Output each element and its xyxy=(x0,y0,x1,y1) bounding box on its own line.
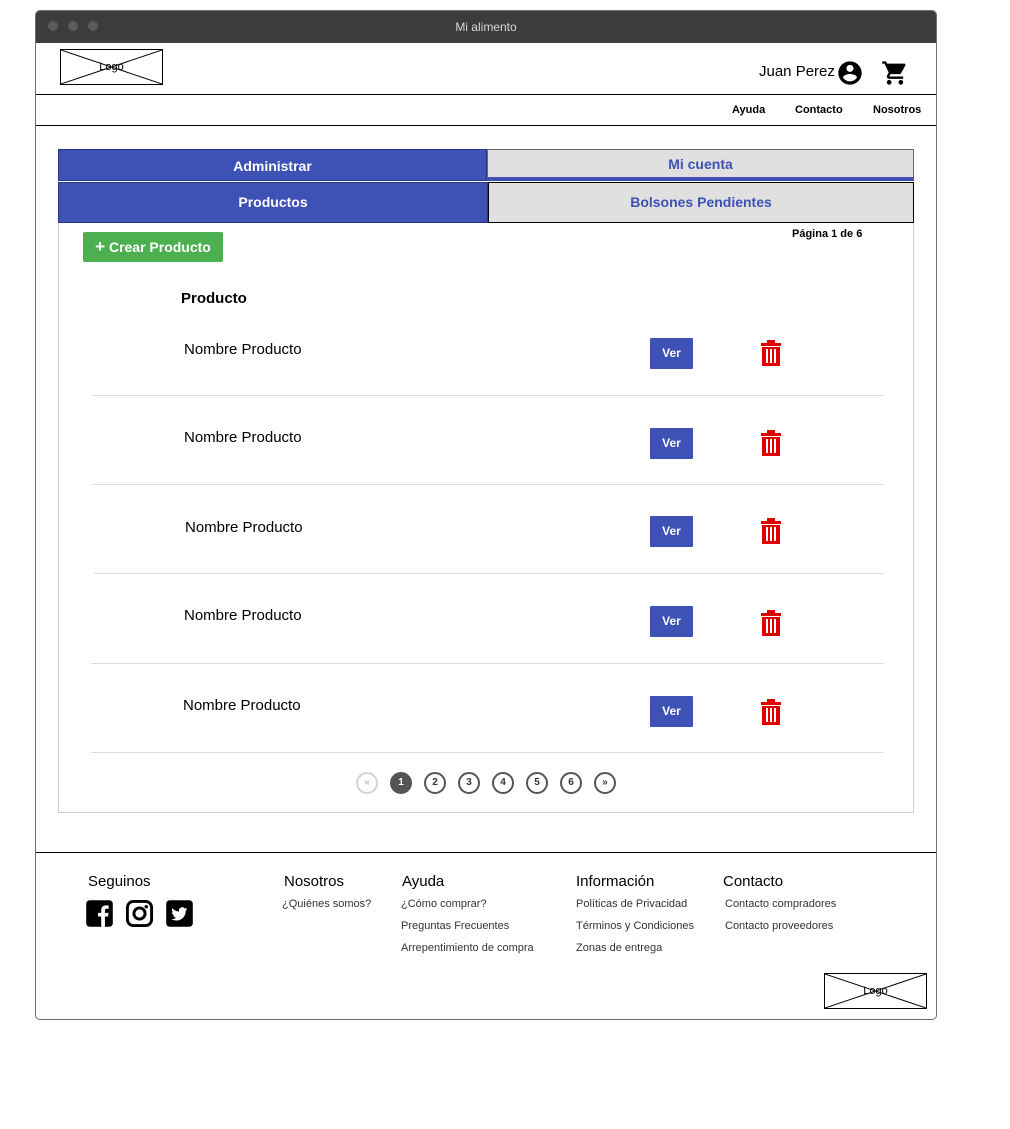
view-button-1[interactable]: Ver xyxy=(650,338,693,369)
view-button-5[interactable]: Ver xyxy=(650,696,693,727)
header-logo[interactable]: Logo xyxy=(60,49,163,85)
pagination-page-1[interactable]: 1 xyxy=(390,772,412,794)
pagination-page-3[interactable]: 3 xyxy=(458,772,480,794)
column-header-producto: Producto xyxy=(181,290,247,307)
facebook-icon[interactable] xyxy=(85,899,114,928)
tab-mi-cuenta[interactable]: Mi cuenta xyxy=(487,149,914,181)
trash-icon[interactable] xyxy=(759,518,783,544)
view-button-2[interactable]: Ver xyxy=(650,428,693,459)
trash-icon[interactable] xyxy=(759,340,783,366)
row-separator xyxy=(91,663,884,664)
footer-link-contacto-compradores[interactable]: Contacto compradores xyxy=(725,898,836,910)
create-product-button[interactable]: + Crear Producto xyxy=(83,232,223,262)
row-separator xyxy=(93,395,883,396)
footer-link-zonas-entrega[interactable]: Zonas de entrega xyxy=(576,942,662,954)
footer-nosotros-title: Nosotros xyxy=(284,873,345,890)
row-separator xyxy=(92,484,883,485)
product-name-2: Nombre Producto xyxy=(184,429,302,446)
footer-link-como-comprar[interactable]: ¿Cómo comprar? xyxy=(401,898,487,910)
row-separator xyxy=(94,573,883,574)
content-panel xyxy=(58,223,914,813)
view-button-4[interactable]: Ver xyxy=(650,606,693,637)
trash-icon[interactable] xyxy=(759,699,783,725)
footer-link-arrepentimiento[interactable]: Arrepentimiento de compra xyxy=(401,942,534,954)
pagination-page-4[interactable]: 4 xyxy=(492,772,514,794)
pagination-page-6[interactable]: 6 xyxy=(560,772,582,794)
create-product-label: Crear Producto xyxy=(108,239,211,255)
instagram-icon[interactable] xyxy=(125,899,154,928)
footer-follow-title: Seguinos xyxy=(88,873,151,890)
pagination-first[interactable]: « xyxy=(356,772,378,794)
pagination-page-5[interactable]: 5 xyxy=(526,772,548,794)
nav-nosotros[interactable]: Nosotros xyxy=(873,104,921,116)
pagination-last[interactable]: » xyxy=(594,772,616,794)
pagination-page-2[interactable]: 2 xyxy=(424,772,446,794)
footer-link-terminos[interactable]: Términos y Condiciones xyxy=(576,920,694,932)
product-name-5: Nombre Producto xyxy=(183,697,301,714)
nav-contacto[interactable]: Contacto xyxy=(795,104,843,116)
window-title: Mi alimento xyxy=(455,20,517,34)
subtab-productos[interactable]: Productos xyxy=(58,182,488,223)
footer-link-preguntas-frecuentes[interactable]: Preguntas Frecuentes xyxy=(401,920,509,932)
footer-link-quienes-somos[interactable]: ¿Quiénes somos? xyxy=(282,898,371,910)
view-button-3[interactable]: Ver xyxy=(650,516,693,547)
footer-link-privacidad[interactable]: Políticas de Privacidad xyxy=(576,898,687,910)
title-bar: Mi alimento xyxy=(36,11,936,43)
plus-icon: + xyxy=(95,237,106,256)
footer-logo-text: Logo xyxy=(863,985,888,997)
subtab-bolsones-pendientes[interactable]: Bolsones Pendientes xyxy=(488,182,914,223)
shopping-cart-icon[interactable] xyxy=(881,59,909,87)
footer-ayuda-title: Ayuda xyxy=(402,873,445,890)
product-name-3: Nombre Producto xyxy=(185,519,303,536)
account-circle-icon[interactable] xyxy=(836,59,864,87)
product-name-4: Nombre Producto xyxy=(184,607,302,624)
row-separator xyxy=(91,752,883,753)
trash-icon[interactable] xyxy=(759,430,783,456)
footer-contacto-title: Contacto xyxy=(723,873,784,890)
footer-logo[interactable]: Logo xyxy=(824,973,927,1009)
twitter-icon[interactable] xyxy=(165,899,194,928)
page-info: Página 1 de 6 xyxy=(792,228,863,240)
footer-divider xyxy=(36,852,936,853)
top-nav: Ayuda Contacto Nosotros xyxy=(36,94,936,126)
nav-ayuda[interactable]: Ayuda xyxy=(732,104,765,116)
browser-window: Mi alimento Logo Juan Perez Ayuda Contac… xyxy=(35,10,937,1020)
product-name-1: Nombre Producto xyxy=(184,341,302,358)
header-logo-text: Logo xyxy=(99,61,124,73)
user-name[interactable]: Juan Perez xyxy=(759,63,835,80)
footer-link-contacto-proveedores[interactable]: Contacto proveedores xyxy=(725,920,833,932)
tab-administrar[interactable]: Administrar xyxy=(58,149,487,181)
trash-icon[interactable] xyxy=(759,610,783,636)
footer-informacion-title: Información xyxy=(576,873,655,890)
